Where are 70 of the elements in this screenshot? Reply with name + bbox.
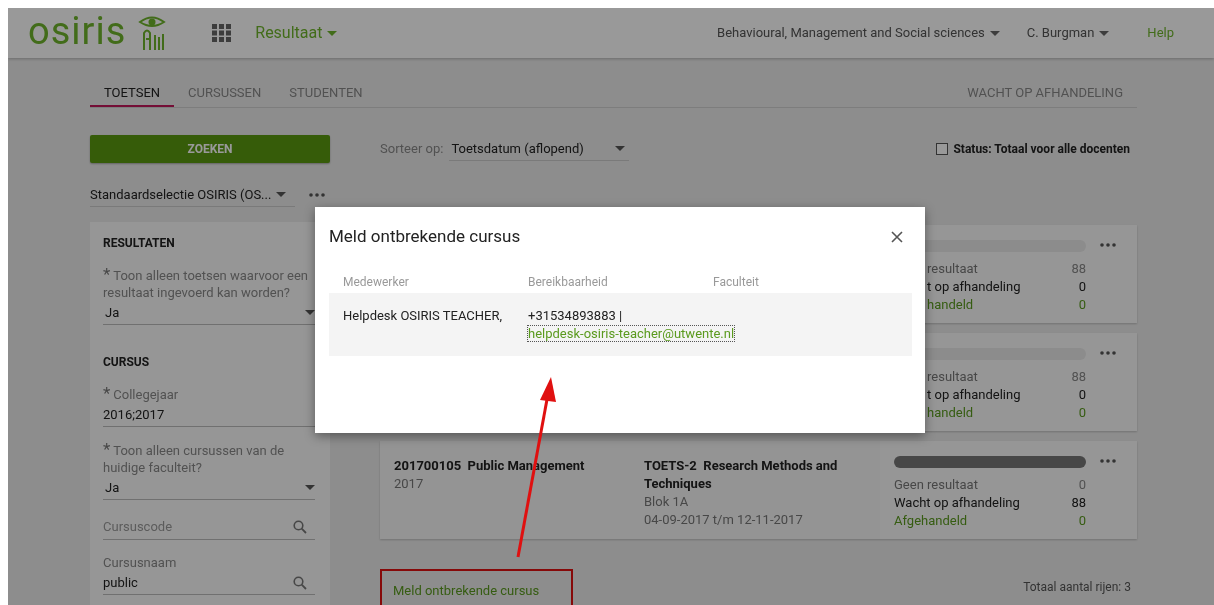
status-label: resultaat (927, 368, 978, 385)
checkbox[interactable] (936, 143, 949, 155)
apps-grid-icon[interactable] (212, 24, 233, 42)
status-label: Afgehandeld (894, 512, 968, 529)
logo-icon (138, 15, 167, 51)
status-label: handeld (927, 404, 974, 421)
status-count: 0 (1078, 278, 1086, 295)
status-label: handeld (927, 296, 974, 313)
tab[interactable]: WACHT OP AFHANDELING (953, 80, 1137, 107)
section-heading: CURSUS (103, 354, 151, 371)
user-menu[interactable]: C. Burgman (1026, 23, 1110, 43)
selection-dropdown[interactable]: Standaardselectie OSIRIS (OS... (90, 183, 295, 207)
search-icon[interactable] (293, 575, 307, 590)
field-label: * Collegejaar (103, 385, 179, 403)
sort-label: Sorteer op: (380, 140, 444, 159)
report-missing-link[interactable]: Meld ontbrekende cursus (393, 583, 540, 598)
column-header: Medewerker (343, 274, 410, 291)
caret-icon (1099, 30, 1110, 36)
status-count: 0 (1078, 404, 1086, 421)
status-label: Wacht op afhandeling (894, 494, 1020, 511)
status-count: 0 (1078, 512, 1086, 529)
test-term-text: Blok 1A (644, 493, 690, 511)
status-count: 88 (1071, 260, 1086, 277)
more-icon[interactable] (309, 193, 325, 197)
help-link[interactable]: Help (1147, 23, 1174, 43)
caret-icon (615, 146, 626, 151)
logo[interactable]: osiris (28, 12, 127, 50)
tab[interactable]: STUDENTEN (275, 80, 377, 107)
more-icon[interactable] (1100, 351, 1116, 355)
dialog-title: Meld ontbrekende cursus (329, 225, 521, 249)
status-count: 88 (1071, 368, 1086, 385)
caret-icon (305, 485, 315, 490)
test-period: 04-09-2017 t/m 12-11-2017 (644, 511, 804, 529)
search-button[interactable]: ZOEKEN (90, 135, 330, 163)
status-label: t op afhandeling (927, 386, 1021, 403)
section-heading: RESULTATEN (103, 235, 176, 252)
status-label: t op afhandeling (927, 278, 1021, 295)
status-count: 0 (1078, 476, 1086, 493)
email-link[interactable]: helpdesk-osiris-teacher@utwente.nl (528, 326, 735, 341)
checkbox-label: Status: Totaal voor alle docenten (953, 141, 1130, 158)
test-title: TOETS-2 Research Methods and Techniques (644, 457, 839, 493)
column-header: Bereikbaarheid (528, 274, 609, 291)
search-icon[interactable] (293, 519, 307, 534)
caret-icon (989, 30, 1000, 36)
row-total: Totaal aantal rijen: 3 (1023, 579, 1131, 596)
caret-icon (276, 192, 287, 197)
search-field[interactable]: public (103, 571, 315, 595)
tab[interactable]: TOETSEN (90, 80, 175, 107)
more-icon[interactable] (1100, 459, 1116, 463)
close-icon[interactable] (891, 231, 903, 243)
status-count: 0 (1078, 386, 1086, 403)
field-label: * Toon alleen toetsen waarvoor een resultaat ingevoerd kan worden? (103, 266, 310, 301)
select-field[interactable]: Ja (103, 476, 315, 500)
course-year: 2017 (394, 475, 425, 493)
status-label: resultaat (927, 260, 978, 277)
caret-icon (327, 30, 338, 36)
faculty-menu[interactable]: Behavioural, Management and Social sciences (717, 23, 1000, 43)
field-label: * Toon alleen cursussen van de huidige faculteit? (103, 441, 286, 476)
phone-number: +31534893883 | (528, 307, 624, 325)
table-cell-text: Helpdesk OSIRIS TEACHER, (343, 307, 504, 325)
field-label: Cursusnaam (103, 554, 178, 571)
tab[interactable]: CURSUSSEN (174, 80, 276, 107)
app-menu[interactable]: Resultaat (255, 21, 338, 45)
status-count: 88 (1071, 494, 1086, 511)
more-icon[interactable] (1100, 243, 1116, 247)
status-count: 0 (1078, 296, 1086, 313)
column-header: Faculteit (713, 274, 760, 291)
sort-dropdown[interactable]: Toetsdatum (aflopend) (449, 137, 630, 161)
status-label: Geen resultaat (894, 476, 978, 493)
search-field[interactable]: Cursuscode (103, 514, 315, 540)
